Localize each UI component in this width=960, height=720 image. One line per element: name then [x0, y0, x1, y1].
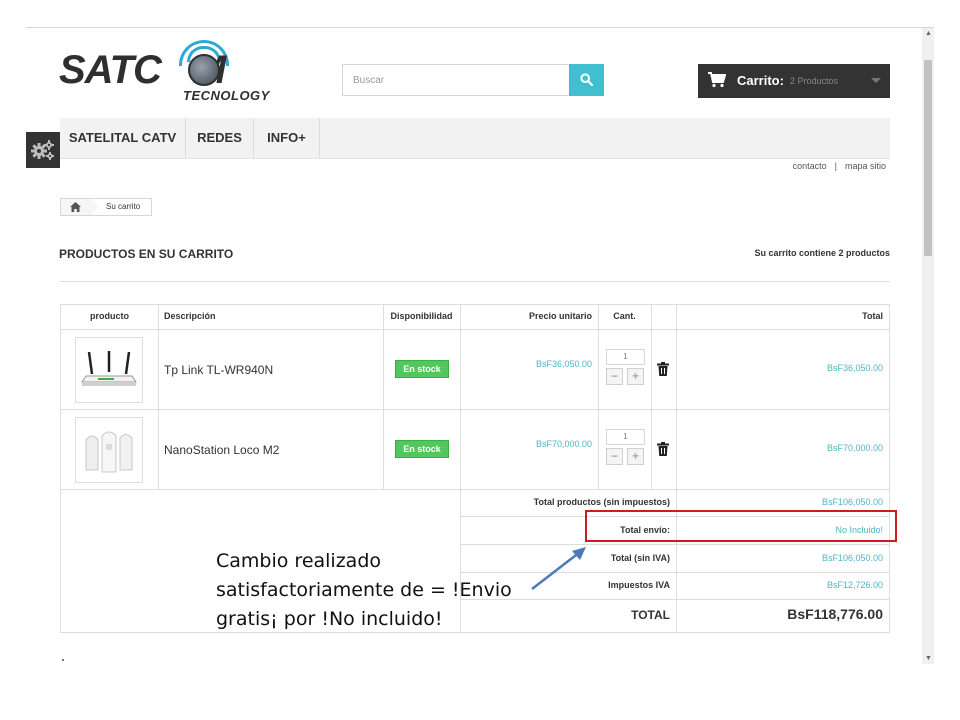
satcom-logo[interactable]: SATCM TECNOLOGY — [59, 40, 277, 103]
cart-count: 2 Productos — [790, 76, 839, 86]
header-product: producto — [90, 311, 129, 321]
total-products-value: BsF106,050.00 — [821, 497, 883, 507]
logo-subtitle: TECNOLOGY — [183, 88, 270, 103]
column-divider — [651, 305, 652, 489]
row-divider — [61, 409, 889, 410]
top-links: contacto | mapa sitio — [789, 161, 890, 171]
row-total: BsF70,000.00 — [826, 443, 883, 453]
link-separator: | — [834, 161, 837, 171]
home-icon — [70, 202, 81, 212]
annotation-arrow-icon — [531, 547, 586, 590]
grand-total-value: BsF118,776.00 — [787, 606, 883, 622]
quantity-input[interactable]: 1 — [606, 429, 645, 445]
breadcrumb-current: Su carrito — [106, 202, 141, 211]
header-quantity: Cant. — [613, 311, 636, 321]
page-title: PRODUCTOS EN SU CARRITO — [59, 247, 234, 261]
unit-price: BsF70,000.00 — [535, 439, 592, 449]
row-total: BsF36,050.00 — [826, 363, 883, 373]
tax-value: BsF12,726.00 — [826, 580, 883, 590]
header-availability: Disponibilidad — [390, 311, 453, 321]
title-divider — [60, 281, 890, 282]
scroll-up-arrow-icon[interactable]: ▲ — [925, 30, 932, 37]
cart-label: Carrito: — [737, 73, 784, 88]
stock-badge: En stock — [395, 440, 449, 458]
annotation-text: Cambio realizado satisfactoriamente de =… — [216, 550, 512, 630]
settings-panel-toggle[interactable] — [26, 132, 60, 168]
total-products-label: Total productos (sin impuestos) — [533, 497, 670, 507]
quantity-decrease-button[interactable]: − — [606, 368, 623, 385]
sitemap-link[interactable]: mapa sitio — [841, 161, 890, 171]
stray-mark — [62, 659, 64, 661]
trash-icon[interactable] — [657, 362, 669, 376]
breadcrumb: Su carrito — [60, 198, 152, 216]
product-name[interactable]: NanoStation Loco M2 — [164, 443, 279, 457]
column-divider — [158, 305, 159, 489]
shopping-cart-icon — [708, 72, 726, 88]
column-divider — [598, 305, 599, 489]
product-name[interactable]: Tp Link TL-WR940N — [164, 363, 273, 377]
product-image-router[interactable] — [75, 337, 143, 403]
cart-summary: Su carrito contiene 2 productos — [754, 248, 890, 258]
contact-link[interactable]: contacto — [789, 161, 831, 171]
nanostation-image — [85, 431, 133, 473]
total-no-tax-value: BsF106,050.00 — [821, 553, 883, 563]
product-image-nanostation[interactable] — [75, 417, 143, 483]
main-nav: SATELITAL CATV REDES INFO+ — [60, 118, 890, 159]
quantity-increase-button[interactable]: + — [627, 448, 644, 465]
row-divider — [61, 489, 889, 490]
quantity-input[interactable]: 1 — [606, 349, 645, 365]
quantity-decrease-button[interactable]: − — [606, 448, 623, 465]
cart-dropdown[interactable]: Carrito: 2 Productos — [698, 64, 890, 98]
header-unit-price: Precio unitario — [528, 311, 592, 321]
search-bar — [342, 64, 604, 96]
scroll-down-arrow-icon[interactable]: ▼ — [925, 655, 932, 662]
summary-divider — [460, 544, 889, 545]
search-icon — [580, 73, 593, 86]
search-button[interactable] — [569, 64, 604, 96]
quantity-increase-button[interactable]: + — [627, 368, 644, 385]
stock-badge: En stock — [395, 360, 449, 378]
column-divider — [383, 305, 384, 489]
globe-icon — [188, 54, 220, 86]
trash-icon[interactable] — [657, 442, 669, 456]
unit-price: BsF36,050.00 — [535, 359, 592, 369]
breadcrumb-separator — [91, 199, 98, 215]
gears-icon — [31, 140, 54, 160]
vertical-scrollbar[interactable]: ▲ ▼ — [922, 28, 934, 664]
header-description: Descripción — [164, 311, 216, 321]
logo-text-start: SATC — [59, 48, 162, 92]
annotation-highlight-box — [585, 510, 897, 542]
chevron-down-icon — [871, 78, 881, 83]
header-total: Total — [862, 311, 883, 321]
nav-item-redes[interactable]: REDES — [186, 118, 254, 158]
breadcrumb-home[interactable] — [61, 199, 91, 215]
header-divider — [61, 329, 889, 330]
router-image — [81, 351, 137, 386]
nav-item-info[interactable]: INFO+ — [254, 118, 320, 158]
scroll-thumb[interactable] — [924, 60, 932, 256]
nav-item-satelital-catv[interactable]: SATELITAL CATV — [60, 118, 186, 158]
search-input[interactable] — [342, 64, 570, 96]
